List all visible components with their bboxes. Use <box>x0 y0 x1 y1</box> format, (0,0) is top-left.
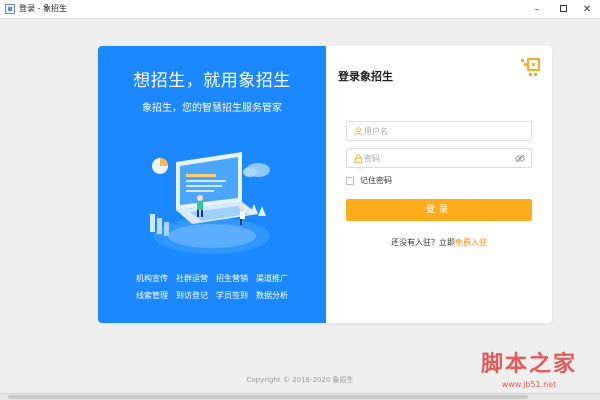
feature-item: 社群运营 <box>176 274 208 283</box>
watermark-url: www.jb51.net <box>501 380 557 389</box>
promo-subheadline: 象招生，您的智慧招生服务管家 <box>142 103 282 114</box>
lock-icon <box>354 154 363 163</box>
window-title: 登录 - 象招生 <box>19 4 67 13</box>
promo-headline: 想招生，就用象招生 <box>133 71 291 91</box>
register-prompt: 还没有入驻？立即 <box>391 238 455 247</box>
horizontal-scrollbar[interactable] <box>0 393 600 400</box>
register-link[interactable]: 免费入驻 <box>455 238 487 247</box>
feature-item: 线索管理 <box>136 291 168 300</box>
password-field[interactable]: 密码 <box>346 148 532 168</box>
promo-panel: 想招生，就用象招生 象招生，您的智慧招生服务管家 机构宣传 社群运营 招生营销 … <box>98 46 326 323</box>
title-bar: 登录 - 象招生 – ✕ <box>0 0 600 19</box>
feature-item: 到访登记 <box>176 291 208 300</box>
watermark: 脚本之家 www.jb51.net <box>466 350 596 394</box>
user-icon <box>354 127 363 136</box>
scrollbar-thumb[interactable] <box>8 395 528 399</box>
feature-item: 数据分析 <box>256 291 288 300</box>
feature-row: 线索管理 到访登记 学员签到 数据分析 <box>136 290 306 307</box>
feature-item: 机构宣传 <box>136 274 168 283</box>
qr-code-icon[interactable] <box>520 58 540 78</box>
watermark-logo: 脚本之家 <box>480 351 577 377</box>
login-panel: 登录象招生 用户名 密码 记住密码 登录 还没有入驻？立即免费入驻 <box>326 46 552 323</box>
password-placeholder: 密码 <box>364 154 380 163</box>
register-line: 还没有入驻？立即免费入驻 <box>326 238 552 248</box>
close-button[interactable]: ✕ <box>574 0 600 19</box>
feature-row: 机构宣传 社群运营 招生营销 渠道推广 <box>136 273 306 290</box>
login-card: 想招生，就用象招生 象招生，您的智慧招生服务管家 机构宣传 社群运营 招生营销 … <box>98 46 552 323</box>
remember-checkbox[interactable] <box>346 177 354 185</box>
login-title: 登录象招生 <box>338 70 393 83</box>
feature-list: 机构宣传 社群运营 招生营销 渠道推广 线索管理 到访登记 学员签到 数据分析 <box>136 273 306 307</box>
app-icon <box>5 4 15 14</box>
feature-item: 招生营销 <box>216 274 248 283</box>
maximize-icon <box>559 4 567 12</box>
feature-item: 学员签到 <box>216 291 248 300</box>
feature-item: 渠道推广 <box>256 274 288 283</box>
maximize-button[interactable] <box>550 0 576 19</box>
eye-hidden-icon[interactable] <box>515 154 525 163</box>
illustration <box>150 152 270 254</box>
username-placeholder: 用户名 <box>364 127 388 136</box>
login-button[interactable]: 登录 <box>346 199 532 221</box>
username-field[interactable]: 用户名 <box>346 121 532 141</box>
remember-label: 记住密码 <box>360 176 392 185</box>
minimize-button[interactable]: – <box>524 0 550 19</box>
